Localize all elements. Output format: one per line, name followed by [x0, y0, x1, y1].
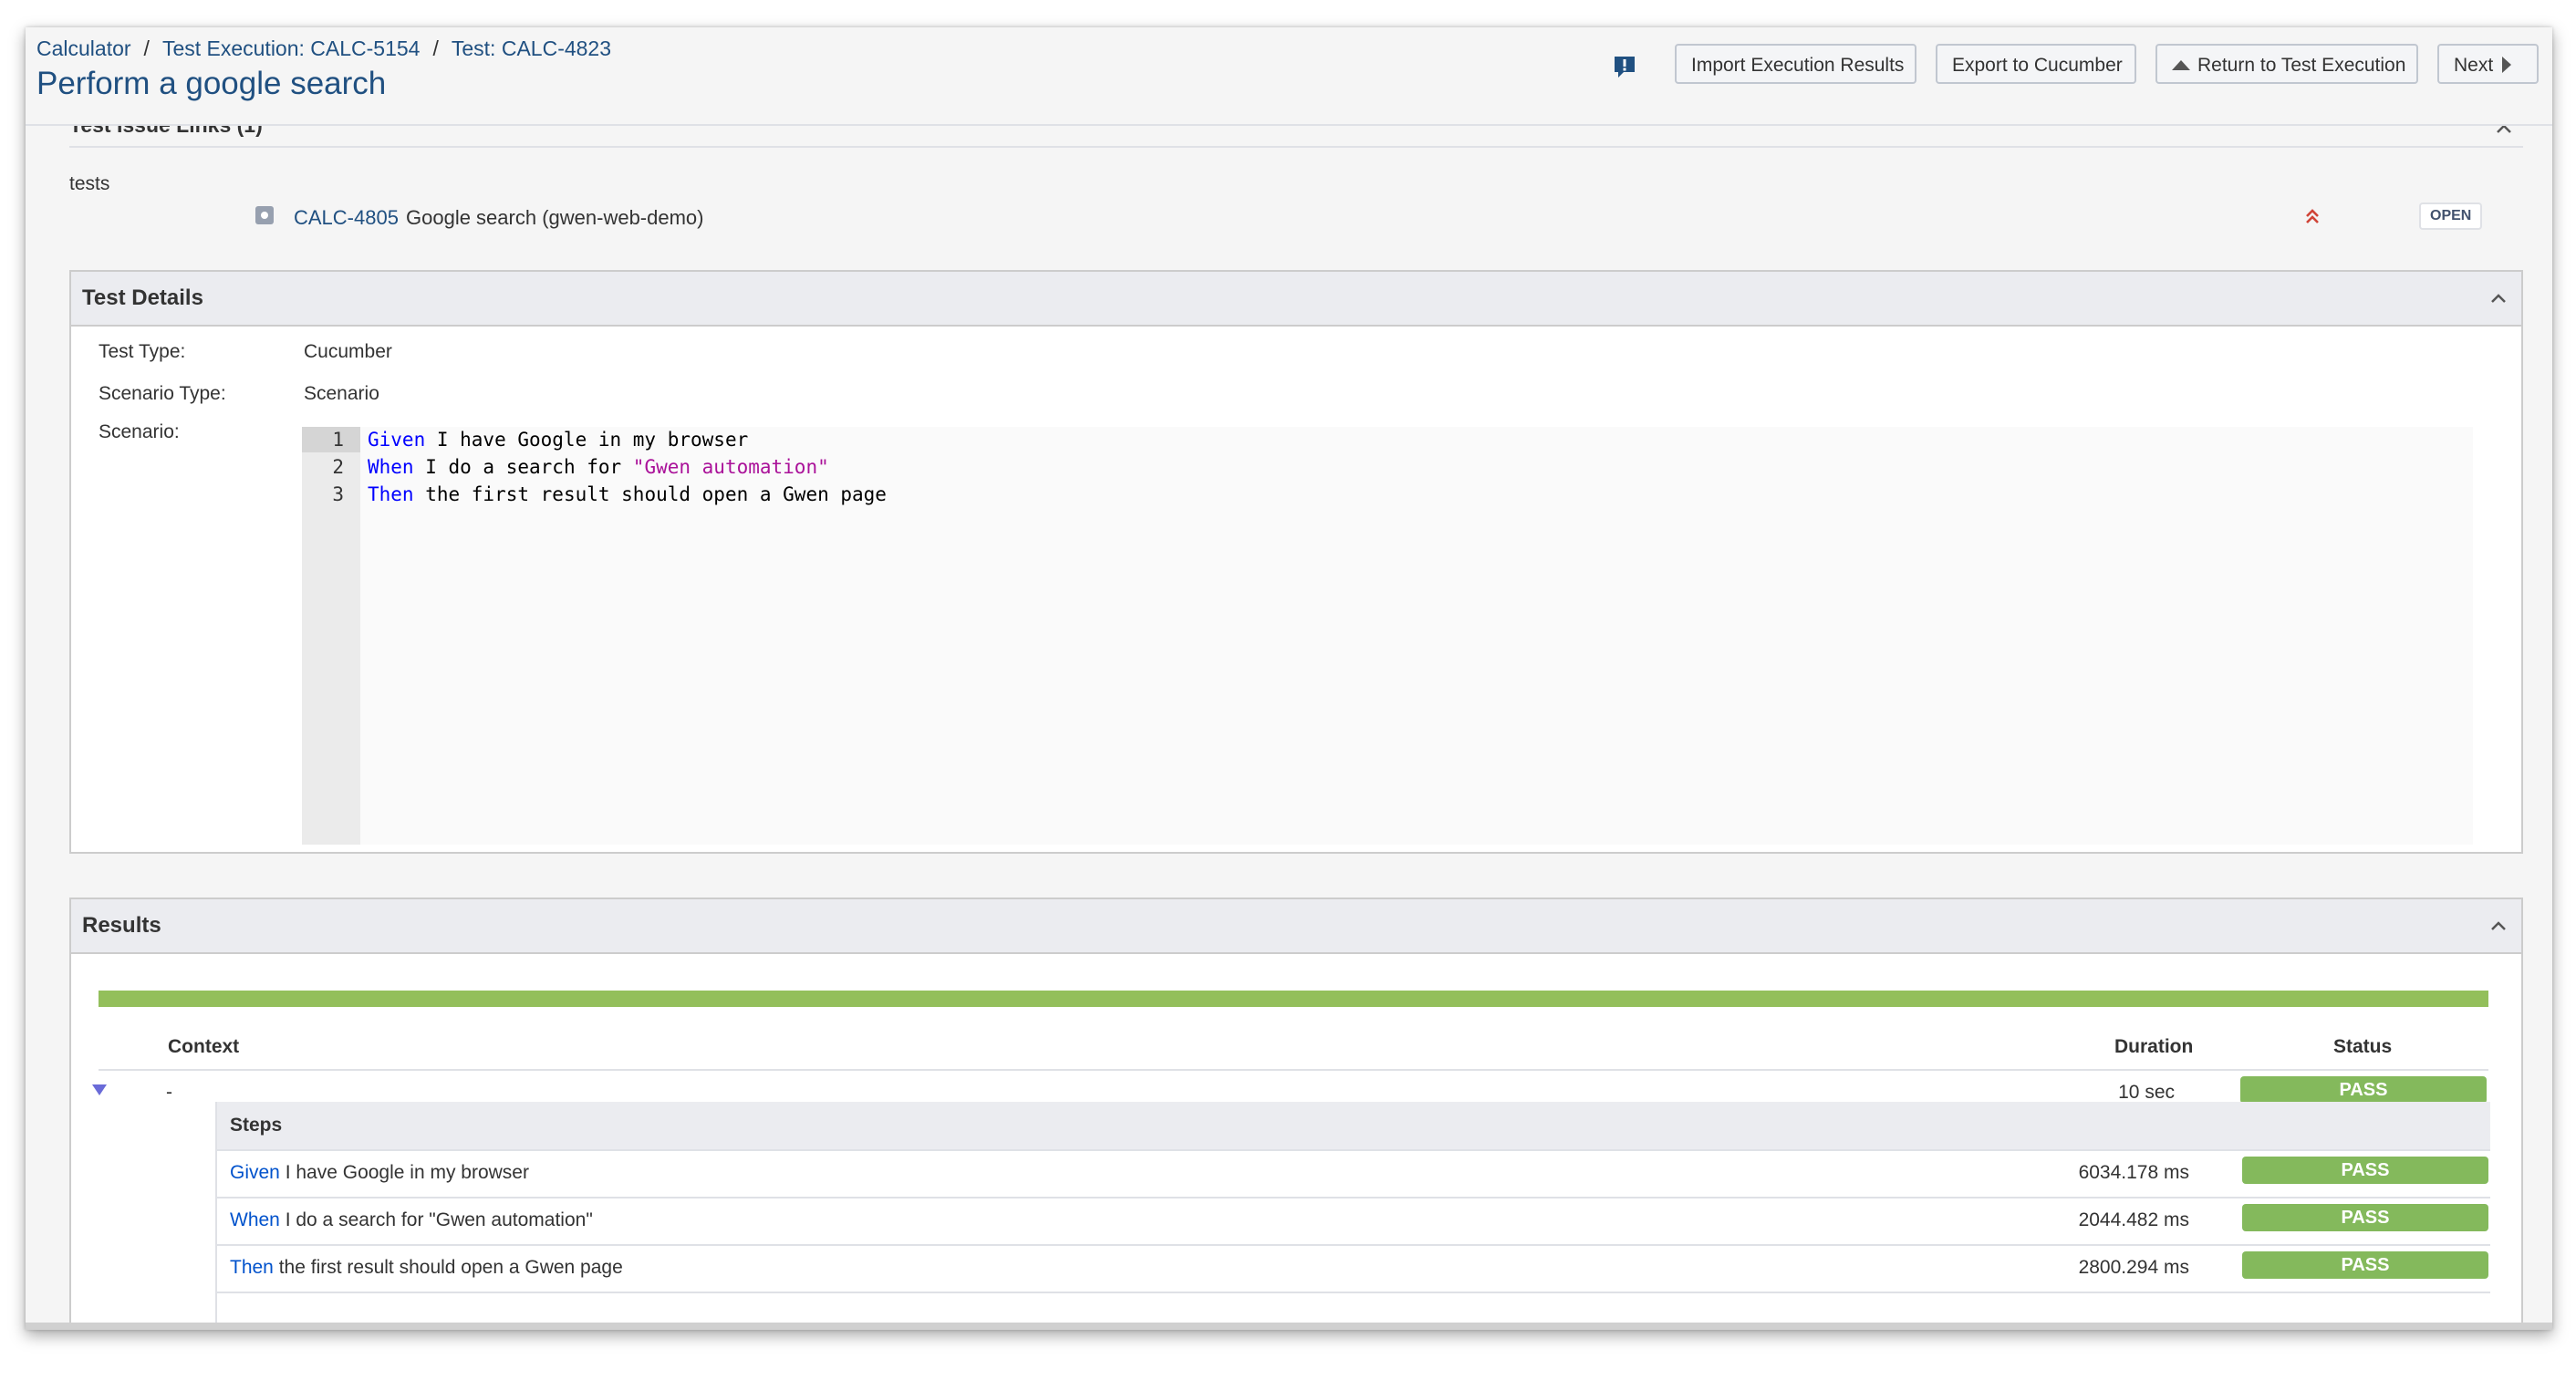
status-badge: OPEN — [2419, 202, 2483, 230]
feedback-icon[interactable] — [1613, 55, 1636, 78]
breadcrumb-separator: / — [143, 36, 150, 60]
page-title: Perform a google search — [36, 66, 387, 101]
linked-issue-key[interactable]: CALC-4805 — [294, 206, 399, 230]
scenario-type-label: Scenario Type: — [99, 383, 226, 404]
page-content: Calculator / Test Execution: CALC-5154 / Tes… — [26, 27, 2552, 1330]
browser-window: Calculator / Test Execution: CALC-5154 / Tes… — [26, 27, 2552, 1330]
test-details-title: Test Details — [82, 285, 203, 310]
code-line: Given I have Google in my browser — [368, 427, 748, 452]
breadcrumb-separator: / — [432, 36, 439, 60]
scenario-label: Scenario: — [99, 421, 180, 442]
test-details-panel: Test Details Test Type: Cucumber Scenari… — [69, 270, 2523, 854]
line-number: 2 — [332, 456, 344, 478]
context-duration: 10 sec — [2118, 1082, 2175, 1103]
step-description: I do a search for "Gwen automation" — [279, 1209, 593, 1230]
steps-title: Steps — [230, 1115, 283, 1136]
context-value: - — [166, 1082, 172, 1103]
next-label: Next — [2454, 55, 2494, 76]
code-text: the first result should open a Gwen page — [413, 483, 887, 505]
code-keyword: When — [368, 456, 414, 478]
step-duration: 6034.178 ms — [2078, 1162, 2189, 1183]
divider — [217, 1244, 2490, 1246]
scenario-code-editor[interactable]: 1 2 3 Given I have Google in my browser … — [302, 427, 2473, 845]
scenario-type-value: Scenario — [304, 383, 379, 404]
test-details-header[interactable]: Test Details — [71, 272, 2521, 327]
line-number: 1 — [302, 427, 360, 452]
chevron-up-icon[interactable] — [2488, 916, 2508, 936]
step-text: Given I have Google in my browser — [230, 1162, 529, 1184]
code-string: "Gwen automation" — [632, 456, 829, 478]
page-header: Calculator / Test Execution: CALC-5154 / Tes… — [26, 27, 2552, 126]
divider — [69, 146, 2523, 148]
step-keyword: When — [230, 1209, 280, 1230]
expand-triangle-icon[interactable] — [91, 1083, 108, 1097]
steps-header: Steps — [217, 1102, 2490, 1149]
breadcrumb-execution[interactable]: Test Execution: CALC-5154 — [162, 36, 421, 60]
code-line: Then the first result should open a Gwen… — [368, 482, 887, 507]
step-keyword: Given — [230, 1162, 280, 1183]
status-badge: PASS — [2242, 1251, 2488, 1279]
divider — [217, 1149, 2490, 1151]
divider — [217, 1292, 2490, 1293]
results-progress-bar — [99, 991, 2488, 1007]
divider — [217, 1197, 2490, 1198]
return-label: Return to Test Execution — [2197, 55, 2406, 76]
code-keyword: Given — [368, 429, 426, 451]
test-type-label: Test Type: — [99, 341, 186, 362]
chevron-up-icon[interactable] — [2488, 288, 2508, 308]
divider — [99, 1069, 2488, 1071]
results-header[interactable]: Results — [71, 899, 2521, 954]
results-title: Results — [82, 913, 161, 938]
test-type-value: Cucumber — [304, 341, 392, 362]
import-execution-results-button[interactable]: Import Execution Results — [1675, 44, 1916, 84]
step-description: I have Google in my browser — [279, 1162, 529, 1183]
breadcrumb: Calculator / Test Execution: CALC-5154 / Tes… — [36, 36, 611, 61]
context-column-header: Context — [168, 1036, 240, 1057]
linked-issue-summary: Google search (gwen-web-demo) — [406, 206, 704, 229]
step-keyword: Then — [230, 1257, 274, 1278]
step-duration: 2800.294 ms — [2078, 1257, 2189, 1278]
return-to-test-execution-button[interactable]: Return to Test Execution — [2155, 44, 2418, 84]
breadcrumb-project[interactable]: Calculator — [36, 36, 131, 60]
step-text: When I do a search for "Gwen automation" — [230, 1209, 593, 1231]
code-line: When I do a search for "Gwen automation" — [368, 454, 829, 480]
step-description: the first result should open a Gwen page — [273, 1257, 623, 1278]
link-relation-label: tests — [69, 173, 110, 194]
step-duration: 2044.482 ms — [2078, 1209, 2189, 1230]
line-number: 3 — [332, 483, 344, 505]
arrow-up-icon — [2172, 60, 2190, 70]
breadcrumb-test[interactable]: Test: CALC-4823 — [452, 36, 611, 60]
test-issue-type-icon — [255, 206, 274, 224]
results-panel: Results Context Duration Status - 10 sec… — [69, 898, 2523, 1330]
status-badge: PASS — [2242, 1157, 2488, 1184]
status-badge: PASS — [2240, 1076, 2487, 1104]
status-badge: PASS — [2242, 1204, 2488, 1231]
next-button[interactable]: Next — [2437, 44, 2539, 84]
highest-priority-icon — [2306, 209, 2319, 223]
code-keyword: Then — [368, 483, 414, 505]
duration-column-header: Duration — [2114, 1036, 2194, 1057]
code-text: I do a search for — [413, 456, 633, 478]
arrow-right-icon — [2502, 57, 2512, 73]
code-text: I have Google in my browser — [425, 429, 749, 451]
steps-table: Steps Given I have Google in my browser … — [215, 1102, 2490, 1330]
status-column-header: Status — [2333, 1036, 2393, 1057]
window-bottom-edge — [26, 1323, 2552, 1330]
step-text: Then the first result should open a Gwen… — [230, 1257, 623, 1279]
export-to-cucumber-button[interactable]: Export to Cucumber — [1936, 44, 2136, 84]
